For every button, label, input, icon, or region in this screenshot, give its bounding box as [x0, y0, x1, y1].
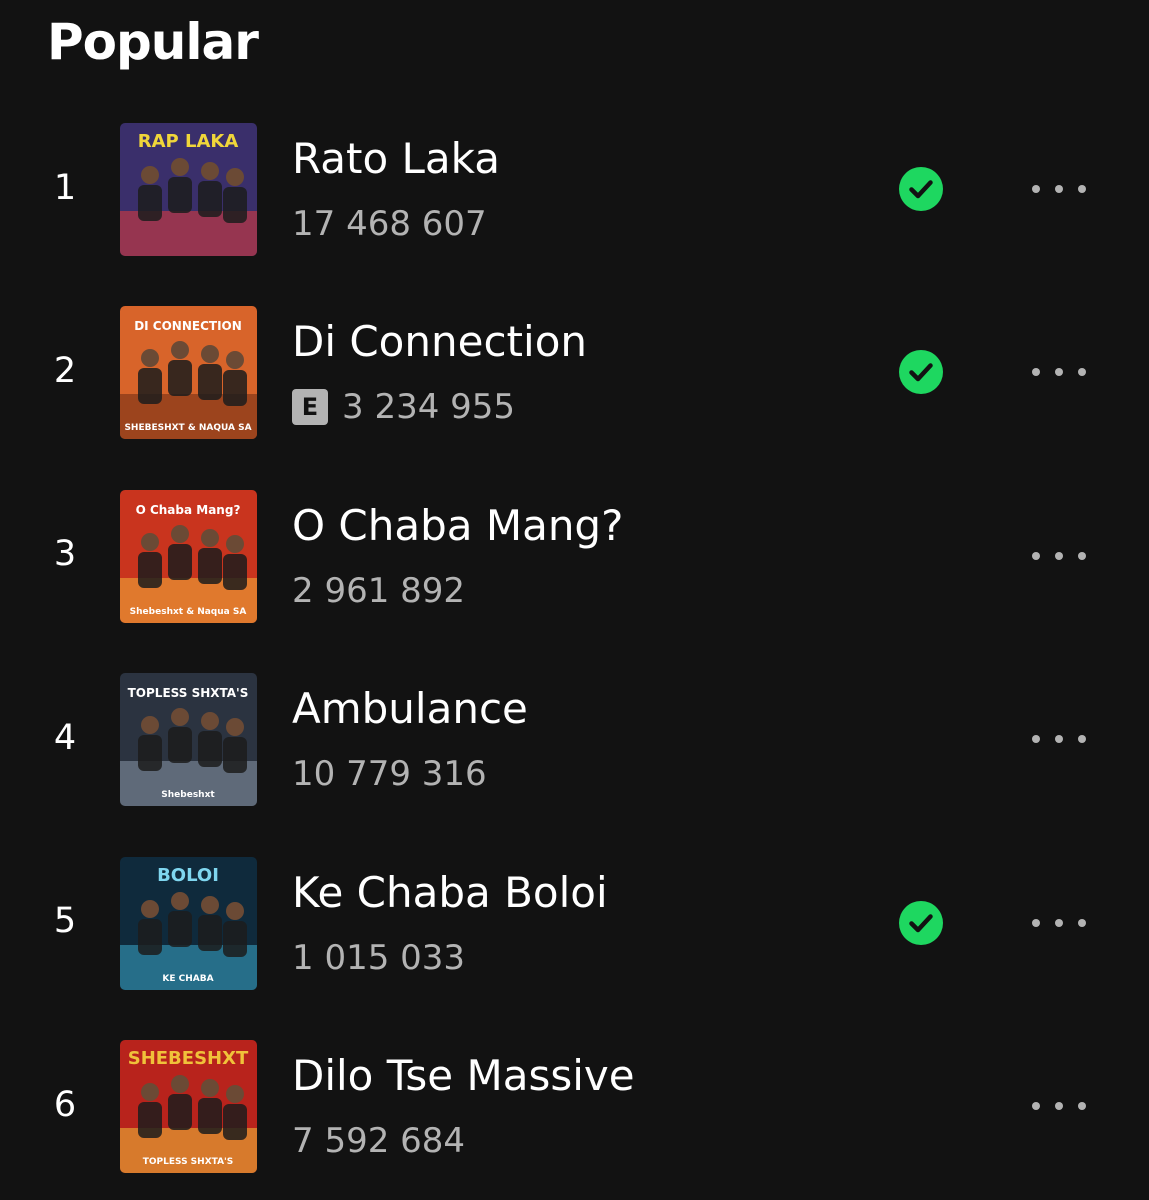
album-cover-footer: SHEBESHXT & NAQUA SA [124, 423, 251, 433]
check-circle-icon[interactable] [899, 167, 943, 211]
more-dot [1032, 1101, 1040, 1110]
track-title[interactable]: Ambulance [292, 684, 528, 734]
track-row[interactable]: 6 SHEBESHXT TOPLESS SHXTA'S Dilo Tse Massiv… [0, 1013, 1149, 1196]
track-meta: 2 961 892 [292, 569, 465, 613]
more-dot [1032, 368, 1040, 377]
track-rank: 6 [53, 1084, 77, 1125]
track-meta: 10 779 316 [292, 752, 487, 796]
album-cover-art: DI CONNECTION SHEBESHXT & NAQUA SA [120, 306, 257, 440]
track-row[interactable]: 2 DI CONNECTION SHEBESHXT & NAQUA SA Di Con… [0, 279, 1149, 462]
album-cover[interactable]: SHEBESHXT TOPLESS SHXTA'S [120, 1039, 257, 1173]
album-cover-art: RAP LAKA [120, 123, 257, 256]
play-count: 10 779 316 [292, 754, 487, 795]
more-dot [1055, 918, 1063, 927]
track-meta: E 3 234 955 [292, 385, 515, 429]
more-horizontal-icon[interactable] [1024, 359, 1094, 385]
album-cover-title: BOLOI [157, 865, 219, 886]
more-dot [1078, 735, 1086, 744]
album-cover-art: BOLOI KE CHABA [120, 856, 257, 990]
play-count: 2 961 892 [292, 570, 466, 611]
track-meta: 7 592 684 [292, 1119, 465, 1163]
more-dot [1078, 368, 1086, 377]
album-cover-title: TOPLESS SHXTA'S [128, 686, 249, 700]
check-circle-icon[interactable] [899, 350, 943, 395]
more-horizontal-icon[interactable] [1024, 543, 1094, 569]
album-cover-art: O Chaba Mang? Shebeshxt & Naqua SA [120, 489, 257, 623]
more-horizontal-icon[interactable] [1024, 910, 1094, 936]
play-count: 17 468 607 [292, 204, 487, 244]
track-title[interactable]: Ke Chaba Boloi [292, 868, 608, 918]
track-rank: 5 [53, 901, 77, 942]
track-title[interactable]: Dilo Tse Massive [292, 1051, 635, 1101]
album-cover[interactable]: RAP LAKA [120, 123, 257, 256]
more-dot [1055, 735, 1063, 744]
explicit-badge: E [292, 389, 328, 426]
album-cover-title: O Chaba Mang? [136, 503, 241, 517]
more-dot [1055, 368, 1063, 377]
album-cover[interactable]: BOLOI KE CHABA [120, 856, 257, 990]
album-cover-title: RAP LAKA [138, 131, 239, 152]
album-cover-footer: TOPLESS SHXTA'S [143, 1157, 234, 1167]
track-row[interactable]: 1 RAP LAKA Rato Laka 17 468 607 [0, 96, 1149, 279]
more-dot [1055, 185, 1063, 193]
check-circle-icon[interactable] [899, 900, 943, 945]
more-horizontal-icon[interactable] [1024, 176, 1094, 202]
more-dot [1032, 918, 1040, 927]
album-cover-footer: Shebeshxt [161, 790, 215, 800]
album-cover-footer: Shebeshxt & Naqua SA [130, 607, 247, 617]
album-cover-title: DI CONNECTION [134, 319, 242, 333]
album-cover[interactable]: TOPLESS SHXTA'S Shebeshxt [120, 673, 257, 807]
album-cover-art: TOPLESS SHXTA'S Shebeshxt [120, 673, 257, 807]
track-row[interactable]: 5 BOLOI KE CHABA Ke Chaba Boloi 1 015 033 [0, 830, 1149, 1013]
play-count: 1 015 033 [292, 937, 466, 978]
album-cover[interactable]: O Chaba Mang? Shebeshxt & Naqua SA [120, 489, 257, 623]
track-title[interactable]: Di Connection [292, 317, 587, 367]
more-dot [1055, 551, 1063, 560]
more-dot [1032, 735, 1040, 744]
more-dot [1055, 1101, 1063, 1110]
play-count: 3 234 955 [342, 387, 516, 428]
more-dot [1078, 551, 1086, 560]
play-count: 7 592 684 [292, 1120, 466, 1161]
album-cover-footer: KE CHABA [162, 974, 213, 984]
album-cover-title: SHEBESHXT [128, 1048, 249, 1069]
more-dot [1032, 185, 1040, 193]
track-row[interactable]: 3O Chaba Mang? Shebeshxt & Naqua SA O Chab… [0, 463, 1149, 646]
track-rank: 1 [53, 167, 77, 208]
album-cover-art: SHEBESHXT TOPLESS SHXTA'S [120, 1039, 257, 1173]
track-list: 1 RAP LAKA Rato Laka 17 468 607 2 DI CONNECTI… [0, 96, 1149, 1196]
track-rank: 4 [53, 717, 77, 758]
track-meta: 1 015 033 [292, 936, 465, 980]
more-dot [1078, 185, 1086, 193]
more-dot [1078, 918, 1086, 927]
more-horizontal-icon[interactable] [1024, 1093, 1094, 1119]
album-cover[interactable]: DI CONNECTION SHEBESHXT & NAQUA SA [120, 306, 257, 440]
more-dot [1032, 551, 1040, 560]
more-dot [1078, 1101, 1086, 1110]
track-title[interactable]: O Chaba Mang? [292, 501, 623, 551]
track-title[interactable]: Rato Laka [292, 134, 500, 184]
track-rank: 3 [53, 534, 77, 575]
popular-tracks-page: Popular 1 RAP LAKA Rato Laka 17 468 607 2 DI … [0, 0, 1149, 1200]
section-title: Popular [47, 13, 259, 71]
more-horizontal-icon[interactable] [1024, 726, 1094, 752]
track-rank: 2 [53, 351, 77, 392]
track-meta: 17 468 607 [292, 202, 487, 246]
track-row[interactable]: 4 TOPLESS SHXTA'S Shebeshxt Ambulance 10 779… [0, 646, 1149, 829]
